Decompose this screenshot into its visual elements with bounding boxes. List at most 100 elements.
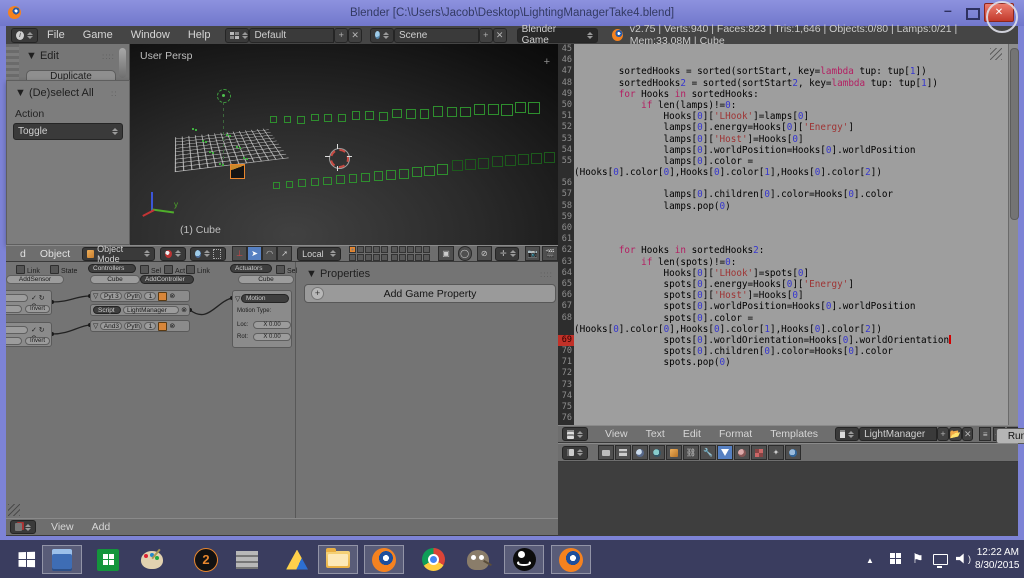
properties-editor-type-selector[interactable]	[562, 446, 588, 460]
scene-icon-button[interactable]	[370, 28, 394, 43]
logic-editor[interactable]: Link State Controllers Sel Act Link Actu…	[6, 262, 558, 518]
taskbar-obs[interactable]	[504, 545, 544, 574]
add-scene-button[interactable]: +	[479, 28, 493, 43]
menu-add-clipped[interactable]: d	[20, 248, 26, 260]
controllers-link-toggle[interactable]: Link	[186, 265, 210, 275]
logic-menu-view[interactable]: View	[42, 521, 83, 533]
text-menu-view[interactable]: View	[596, 428, 637, 440]
snap-element-select[interactable]: ✛	[495, 247, 519, 261]
text-menu-templates[interactable]: Templates	[761, 428, 827, 440]
maximize-button[interactable]	[966, 8, 980, 20]
screen-layout-icon-button[interactable]	[225, 28, 249, 43]
open-text-button[interactable]: 📂	[949, 427, 962, 441]
sensor-brick[interactable]: ✓ ↻ ⊗ Invert	[6, 322, 52, 347]
priority-icon[interactable]	[158, 322, 167, 331]
scrollbar-handle[interactable]	[1010, 48, 1019, 220]
taskbar-emulator-2[interactable]: 2	[186, 545, 226, 574]
text-datablock-name[interactable]: LightManager	[859, 427, 937, 441]
tab-render-layers-icon[interactable]	[615, 445, 631, 460]
corner-gripper-icon[interactable]	[990, 48, 1002, 60]
snap-magnet-icon[interactable]: ⊘	[477, 246, 492, 261]
actuator-name-field[interactable]: Motion	[241, 294, 289, 303]
text-menu-edit[interactable]: Edit	[674, 428, 710, 440]
controller-x-icon[interactable]: ⊗	[169, 292, 175, 300]
screen-layout-field[interactable]: Default	[249, 28, 334, 43]
menu-window[interactable]: Window	[122, 29, 179, 41]
proportional-edit-icon[interactable]: ◯	[458, 246, 472, 261]
tab-material-icon[interactable]	[734, 445, 750, 460]
layers-grid-2[interactable]	[391, 246, 430, 261]
tab-physics-bounds-icon[interactable]	[717, 445, 733, 460]
tray-windows-icon[interactable]	[890, 553, 901, 564]
scale-manipulator-icon[interactable]: ➚	[277, 246, 292, 261]
tray-network-icon[interactable]	[933, 554, 948, 565]
actuators-filter-select[interactable]: Actuators	[230, 264, 272, 273]
taskbar-paint[interactable]	[132, 545, 172, 574]
taskbar-gimp[interactable]	[458, 545, 498, 574]
transform-orientation-select[interactable]: Local	[297, 247, 341, 261]
tab-physics-icon[interactable]	[785, 445, 801, 460]
menu-object[interactable]: Object	[40, 248, 70, 260]
unlink-text-button[interactable]: ✕	[962, 427, 974, 441]
menu-help[interactable]: Help	[179, 29, 220, 41]
priority-icon[interactable]	[158, 292, 167, 301]
actuator-brick-motion[interactable]: Motion ▽ Motion Type: Loc: X 0.00 Rot: X…	[232, 290, 292, 348]
controllers-sel-toggle[interactable]: Sel	[140, 265, 161, 275]
taskbar-clock[interactable]: 12:22 AM 8/30/2015	[975, 546, 1019, 572]
taskbar-google-drive[interactable]	[277, 545, 317, 574]
render-engine-select[interactable]: Blender Game	[517, 28, 598, 43]
rotate-manipulator-icon[interactable]: ◠	[262, 246, 277, 261]
viewport-shading-select[interactable]	[160, 247, 186, 261]
text-menu-format[interactable]: Format	[710, 428, 761, 440]
editor-type-selector[interactable]: i	[11, 28, 38, 43]
tab-render-icon[interactable]	[598, 445, 614, 460]
invert-button[interactable]: Invert	[25, 305, 50, 313]
translate-manipulator-icon[interactable]: ➤	[247, 246, 262, 261]
viewport-3d[interactable]: User Persp + y (1) Cube	[130, 44, 558, 245]
tray-action-center-icon[interactable]: ⚑	[912, 551, 924, 567]
properties-panel-header[interactable]: ▼ Properties	[306, 268, 370, 280]
code-editor[interactable]: sortedHooks = sorted(sortStart, key=lamb…	[574, 44, 1008, 425]
controllers-act-toggle[interactable]: Act	[164, 265, 185, 275]
sensors-state-toggle[interactable]: State	[50, 265, 77, 275]
tray-volume-icon[interactable]: )	[956, 553, 967, 564]
start-button[interactable]	[6, 545, 46, 574]
region-divider[interactable]	[295, 262, 296, 518]
scene-field[interactable]: Scene	[394, 28, 479, 43]
logic-menu-add[interactable]: Add	[83, 521, 120, 533]
pivot-select[interactable]	[190, 247, 226, 261]
lock-to-scene-icon[interactable]: ▣	[438, 246, 453, 261]
tab-object-icon[interactable]	[666, 445, 682, 460]
invert-button[interactable]: Invert	[25, 337, 50, 345]
mode-select[interactable]: Object Mode	[82, 247, 155, 261]
menu-game[interactable]: Game	[74, 29, 122, 41]
manipulator-axes-icon[interactable]: ⊥	[232, 246, 247, 261]
tool-shelf-scrollbar[interactable]	[119, 48, 126, 78]
tab-world-icon[interactable]	[649, 445, 665, 460]
tab-modifiers-icon[interactable]: 🔧	[700, 445, 716, 460]
taskbar-blender[interactable]	[364, 545, 404, 574]
actuators-sel-toggle[interactable]: Sel	[276, 265, 297, 275]
taskbar-blender-2[interactable]	[551, 545, 591, 574]
add-controller-button[interactable]: AddController	[140, 275, 194, 284]
tab-constraints-icon[interactable]: ⛓	[683, 445, 699, 460]
taskbar-file-explorer[interactable]	[318, 545, 358, 574]
script-unlink-icon[interactable]: ⊗	[181, 306, 187, 314]
sensor-brick[interactable]: ✓ ↻ ⊗ Invert	[6, 290, 52, 315]
tab-texture-icon[interactable]	[751, 445, 767, 460]
delete-scene-button[interactable]: ✕	[493, 28, 507, 43]
text-menu-text[interactable]: Text	[637, 428, 674, 440]
taskbar-chrome[interactable]	[413, 545, 453, 574]
controller-x-icon[interactable]: ⊗	[169, 322, 175, 330]
tray-expand-icon[interactable]: ▲	[866, 556, 874, 565]
panel-drag-dots-icon[interactable]: ::::	[102, 52, 115, 61]
taskbar-calculator[interactable]	[42, 545, 82, 574]
text-datablock-icon[interactable]	[835, 427, 859, 441]
run-script-button[interactable]: Run	[996, 428, 1024, 444]
line-numbers-toggle-icon[interactable]: ≡	[979, 427, 991, 441]
add-game-property-button[interactable]: + Add Game Property	[304, 284, 556, 303]
controllers-filter-select[interactable]: Controllers	[88, 264, 136, 273]
loc-x-field[interactable]: X 0.00	[253, 321, 291, 329]
menu-file[interactable]: File	[38, 29, 74, 41]
edit-panel-header[interactable]: ▼ Edit	[26, 50, 59, 62]
